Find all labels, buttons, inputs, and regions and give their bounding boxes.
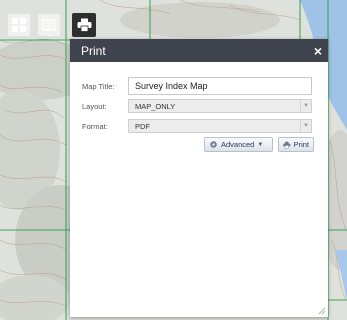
printer-icon: [283, 141, 291, 148]
printer-icon: [77, 18, 91, 32]
map-title-label: Map Title:: [82, 81, 115, 91]
map-title-row: Map Title: Survey Index Map: [82, 77, 312, 95]
format-select[interactable]: PDF ▼: [128, 119, 312, 133]
print-tool-button[interactable]: [72, 13, 96, 37]
layout-value: MAP_ONLY: [135, 101, 176, 111]
layers-icon: [42, 19, 56, 31]
layout-row: Layout: MAP_ONLY ▼: [82, 99, 312, 113]
advanced-button[interactable]: Advanced ▼: [204, 137, 273, 152]
grid-icon: [12, 18, 26, 32]
advanced-label: Advanced: [221, 140, 255, 149]
resize-handle-icon[interactable]: [318, 307, 326, 315]
print-button[interactable]: Print: [278, 137, 314, 152]
panel-title: Print: [81, 43, 106, 58]
layout-select[interactable]: MAP_ONLY ▼: [128, 99, 312, 113]
print-label: Print: [293, 140, 309, 149]
map-title-value: Survey Index Map: [135, 81, 208, 91]
chevron-down-icon: ▼: [300, 120, 311, 132]
layout-label: Layout:: [82, 101, 107, 111]
format-row: Format: PDF ▼: [82, 119, 312, 133]
layer-list-button[interactable]: [38, 14, 60, 36]
format-value: PDF: [135, 121, 150, 131]
map-title-input[interactable]: Survey Index Map: [128, 77, 312, 95]
print-panel: Print × Map Title: Survey Index Map Layo…: [70, 39, 328, 317]
format-label: Format:: [82, 121, 108, 131]
close-icon[interactable]: ×: [314, 44, 322, 58]
basemap-gallery-button[interactable]: [8, 14, 30, 36]
gear-icon: [210, 141, 217, 148]
chevron-down-icon: ▼: [300, 100, 311, 112]
chevron-down-icon: ▼: [257, 141, 264, 148]
panel-header: Print ×: [70, 39, 328, 62]
